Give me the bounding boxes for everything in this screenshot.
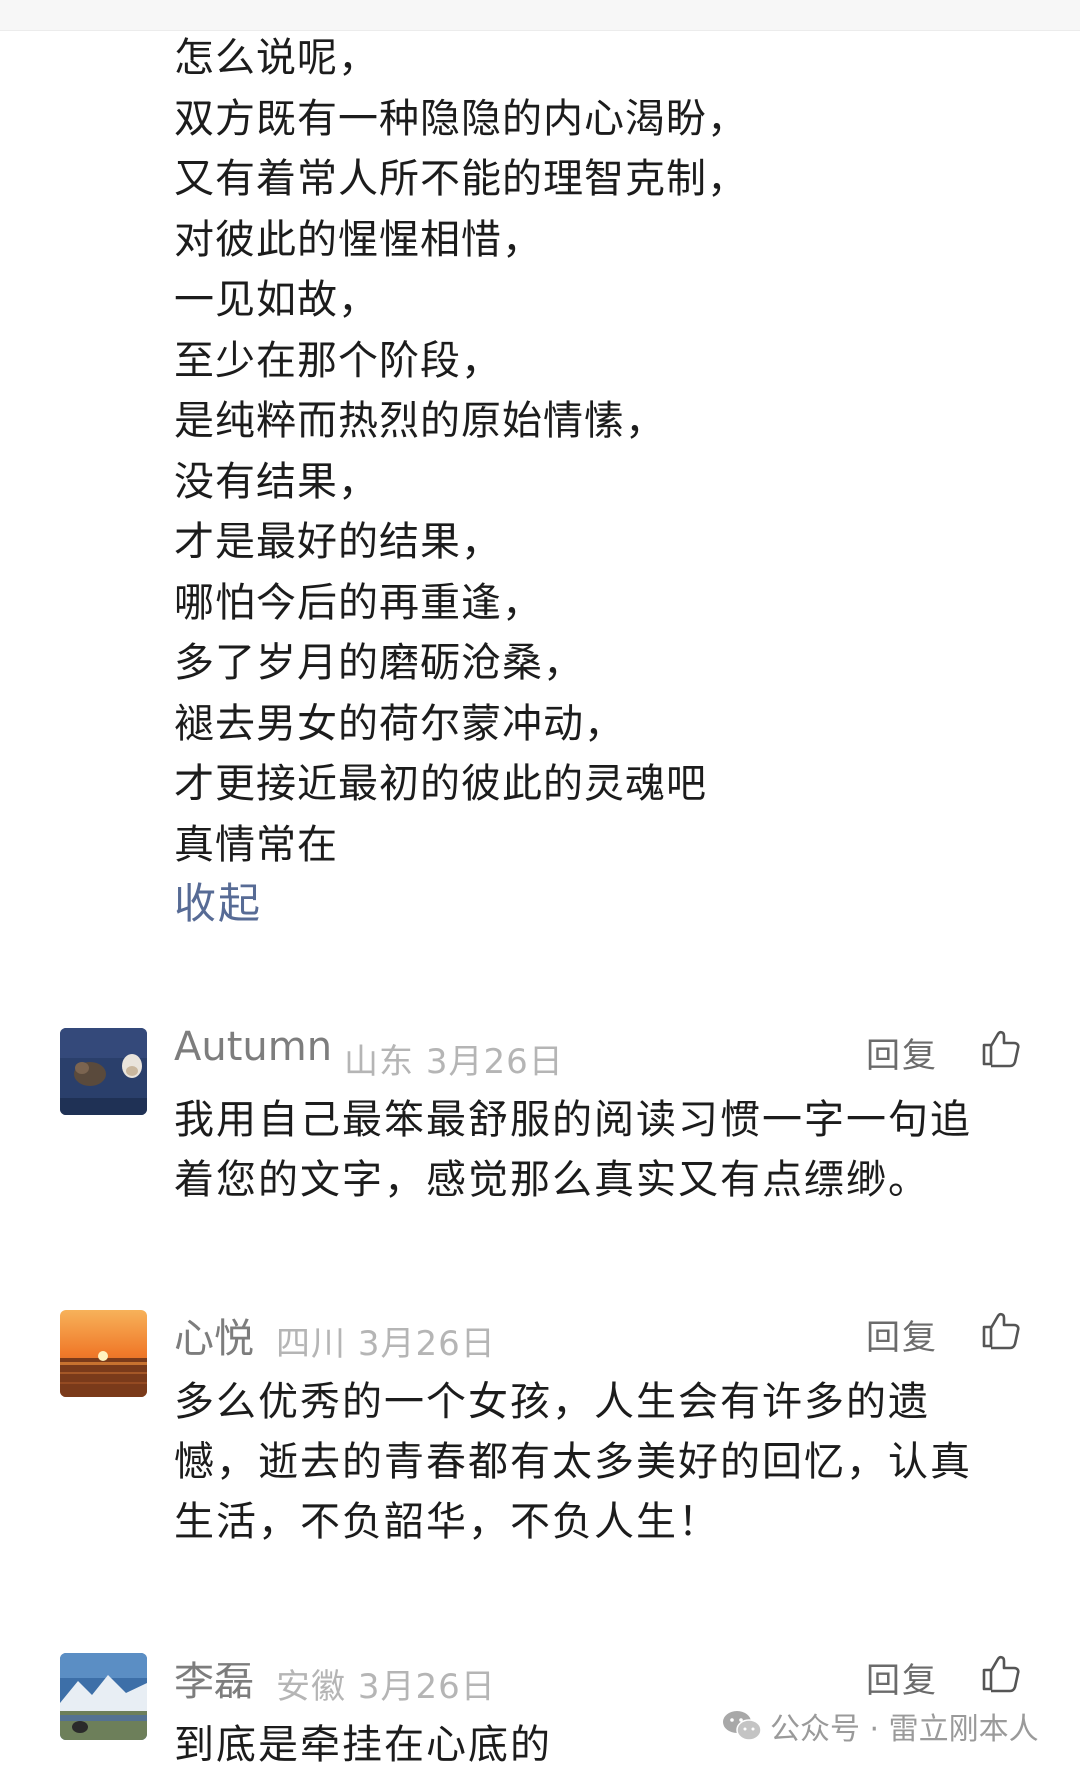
poem-line: 双方既有一种隐隐的内心渴盼，	[174, 95, 748, 142]
nickname[interactable]: 心悦	[174, 1306, 254, 1364]
expanded-comment-text: 怎么说呢， 双方既有一种隐隐的内心渴盼， 又有着常人所不能的理智克制， 对彼此的…	[174, 28, 1054, 875]
poem-line: 没有结果，	[174, 458, 379, 505]
avatar[interactable]	[60, 1310, 147, 1397]
like-button[interactable]	[980, 1653, 1020, 1697]
poem-line: 真情常在	[174, 821, 338, 868]
reply-button[interactable]: 回复	[866, 1310, 938, 1359]
cat-photo-icon	[60, 1028, 147, 1115]
like-button[interactable]	[980, 1028, 1020, 1072]
reply-button[interactable]: 回复	[866, 1653, 938, 1702]
poem-line: 是纯粹而热烈的原始情愫，	[174, 398, 666, 444]
avatar[interactable]	[60, 1653, 147, 1740]
comment-meta: 山东 3月26日	[344, 1034, 564, 1083]
location: 安徽	[276, 1667, 346, 1707]
thumbs-up-icon	[982, 1312, 1020, 1350]
comment-text: 多么优秀的一个女孩，人生会有许多的遗憾，逝去的青春都有太多美好的回忆，认真生活，…	[174, 1379, 972, 1545]
poem-line: 褪去男女的荷尔蒙冲动，	[174, 700, 625, 747]
comment-meta: 四川 3月26日	[276, 1316, 496, 1365]
collapse-link[interactable]: 收起	[174, 870, 262, 931]
nickname[interactable]: 李磊	[174, 1649, 254, 1707]
thumbs-up-icon	[982, 1655, 1020, 1693]
mountain-photo-icon	[60, 1653, 147, 1740]
sunset-photo-icon	[60, 1310, 147, 1397]
reply-button[interactable]: 回复	[866, 1028, 938, 1077]
poem-line: 怎么说呢，	[174, 35, 379, 81]
comment-date: 3月26日	[357, 1324, 496, 1364]
comment-date: 3月26日	[425, 1042, 564, 1082]
poem-line: 才更接近最初的彼此的灵魂吧	[174, 761, 707, 807]
location: 山东	[344, 1042, 414, 1082]
poem-line: 才是最好的结果，	[174, 519, 502, 565]
avatar[interactable]	[60, 1028, 147, 1115]
comment-date: 3月26日	[357, 1667, 496, 1707]
wechat-icon	[723, 1711, 762, 1741]
thumbs-up-icon	[982, 1030, 1020, 1068]
poem-line: 至少在那个阶段，	[174, 337, 502, 384]
comment-text: 我用自己最笨最舒服的阅读习惯一字一句追着您的文字，感觉那么真实又有点缥缈。	[174, 1097, 972, 1203]
top-edge	[0, 0, 1080, 31]
poem-line: 对彼此的惺惺相惜，	[174, 216, 543, 263]
nickname[interactable]: Autumn	[174, 1024, 332, 1070]
poem-line: 哪怕今后的再重逢，	[174, 579, 543, 626]
poem-line: 一见如故，	[174, 277, 379, 323]
watermark: 公众号 · 雷立刚本人	[722, 1704, 1039, 1748]
location: 四川	[276, 1324, 346, 1364]
like-button[interactable]	[980, 1310, 1020, 1354]
watermark-text: 公众号 · 雷立刚本人	[770, 1712, 1039, 1747]
poem-line: 又有着常人所不能的理智克制，	[174, 156, 748, 202]
poem-line: 多了岁月的磨砺沧桑，	[174, 640, 584, 686]
comment-meta: 安徽 3月26日	[276, 1659, 496, 1708]
